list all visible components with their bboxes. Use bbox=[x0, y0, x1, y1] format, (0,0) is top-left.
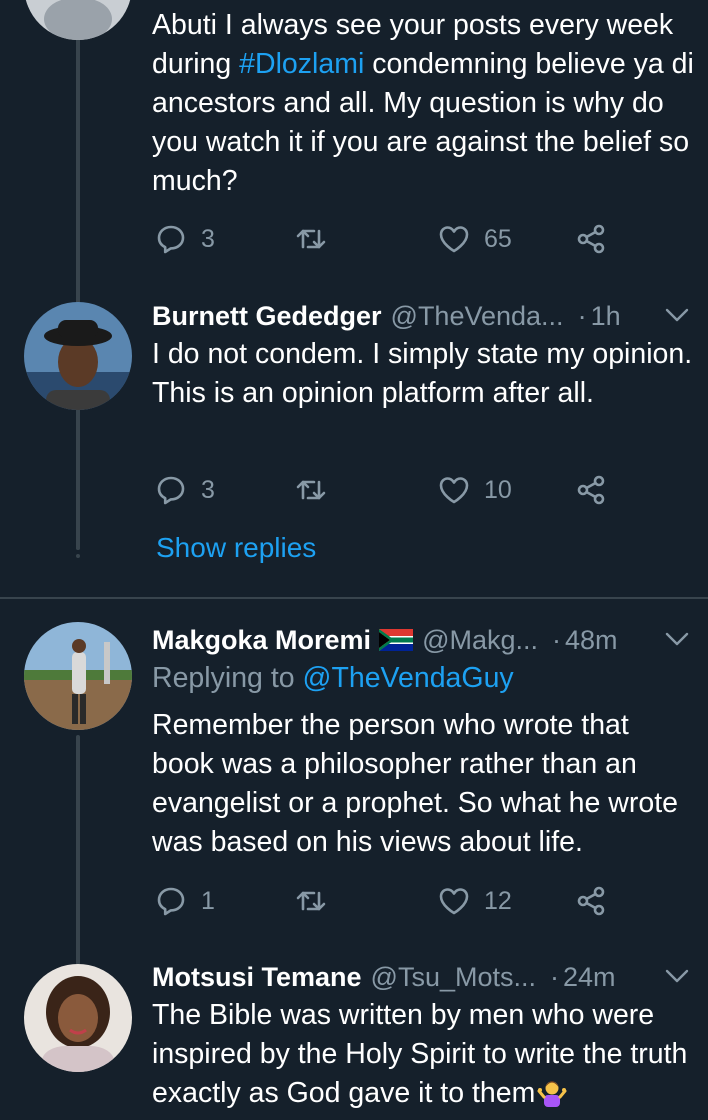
tweet-text: The Bible was written by men who were in… bbox=[152, 999, 688, 1109]
tweet-text: Remember the person who wrote that book … bbox=[152, 709, 678, 858]
user-handle[interactable]: @Makg... bbox=[422, 625, 538, 656]
reply-count: 3 bbox=[201, 475, 215, 504]
show-replies-link[interactable]: Show replies bbox=[156, 532, 316, 564]
chevron-down-icon[interactable] bbox=[664, 304, 690, 326]
retweet-icon bbox=[296, 480, 326, 500]
retweet-button[interactable] bbox=[295, 219, 327, 259]
display-name[interactable]: Makgoka Moremi bbox=[152, 625, 371, 656]
mention-link[interactable]: @TheVendaGuy bbox=[303, 662, 514, 694]
tweet-actions: 3 10 bbox=[155, 470, 625, 510]
reply-count: 1 bbox=[201, 886, 215, 915]
timestamp[interactable]: 1h bbox=[591, 301, 621, 332]
reply-button[interactable]: 1 bbox=[155, 881, 215, 921]
timestamp[interactable]: 24m bbox=[563, 962, 616, 993]
thread-line bbox=[76, 735, 80, 965]
user-handle[interactable]: @Tsu_Mots... bbox=[371, 962, 536, 993]
like-button[interactable]: 10 bbox=[438, 470, 512, 510]
like-count: 10 bbox=[484, 475, 512, 504]
dot-separator: · bbox=[552, 624, 561, 655]
avatar[interactable] bbox=[24, 622, 132, 730]
divider bbox=[0, 597, 708, 599]
retweet-icon bbox=[296, 229, 326, 249]
timestamp[interactable]: 48m bbox=[565, 625, 618, 656]
share-icon bbox=[577, 224, 605, 254]
tweet-text: Abuti I always see your posts every week… bbox=[152, 9, 694, 197]
share-button[interactable] bbox=[575, 219, 607, 259]
tweet-header: Makgoka Moremi @Makg... · 48m bbox=[152, 620, 690, 660]
reply-button[interactable]: 3 bbox=[155, 219, 215, 259]
tweet-header: Motsusi Temane @Tsu_Mots... · 24m bbox=[152, 957, 690, 997]
dot-separator: · bbox=[550, 961, 560, 992]
hashtag-link[interactable]: #Dlozlami bbox=[239, 48, 364, 80]
avatar[interactable] bbox=[24, 0, 132, 40]
retweet-button[interactable] bbox=[295, 881, 327, 921]
heart-icon bbox=[439, 888, 469, 915]
tweet-header: Burnett Gededger @TheVenda... · 1h bbox=[152, 296, 690, 336]
reply-icon bbox=[157, 887, 185, 916]
share-button[interactable] bbox=[575, 470, 607, 510]
tweet-actions: 3 65 bbox=[155, 219, 625, 259]
like-button[interactable]: 65 bbox=[438, 219, 512, 259]
retweet-button[interactable] bbox=[295, 470, 327, 510]
tweet-actions: 1 12 bbox=[155, 881, 625, 921]
chevron-down-icon[interactable] bbox=[664, 965, 690, 987]
thread-line bbox=[76, 0, 80, 550]
heart-icon bbox=[439, 226, 469, 253]
display-name[interactable]: Burnett Gededger bbox=[152, 301, 382, 332]
user-handle[interactable]: @TheVenda... bbox=[391, 301, 564, 332]
share-icon bbox=[577, 886, 605, 916]
reply-icon bbox=[157, 225, 185, 254]
display-name[interactable]: Motsusi Temane bbox=[152, 962, 362, 993]
avatar[interactable] bbox=[24, 302, 132, 410]
avatar[interactable] bbox=[24, 964, 132, 1072]
reply-count: 3 bbox=[201, 224, 215, 253]
thread-dots bbox=[76, 538, 80, 562]
tweet-text: I do not condem. I simply state my opini… bbox=[152, 338, 693, 409]
reply-button[interactable]: 3 bbox=[155, 470, 215, 510]
south-africa-flag-icon bbox=[379, 629, 414, 651]
retweet-icon bbox=[296, 891, 326, 911]
dot-separator: · bbox=[577, 300, 587, 331]
share-icon bbox=[577, 475, 605, 505]
like-count: 65 bbox=[484, 224, 512, 253]
replying-to: Replying to @TheVendaGuy bbox=[152, 662, 514, 694]
like-count: 12 bbox=[484, 886, 512, 915]
reply-icon bbox=[157, 476, 185, 505]
like-button[interactable]: 12 bbox=[438, 881, 512, 921]
person-shrugging-emoji-icon bbox=[537, 1081, 567, 1107]
share-button[interactable] bbox=[575, 881, 607, 921]
heart-icon bbox=[439, 477, 469, 504]
chevron-down-icon[interactable] bbox=[664, 628, 690, 650]
